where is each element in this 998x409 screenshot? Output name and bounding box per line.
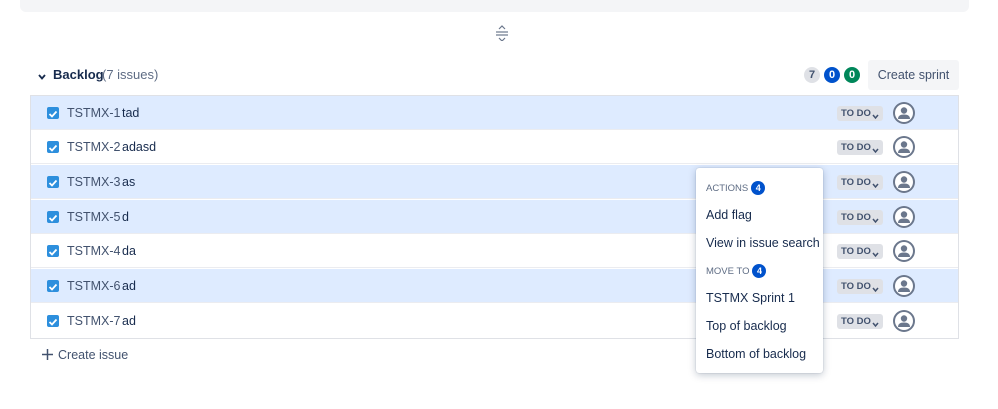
status-dropdown[interactable]: TO DO (837, 140, 883, 155)
issue-key[interactable]: TSTMX-1 (67, 106, 120, 120)
issue-key[interactable]: TSTMX-3 (67, 175, 120, 189)
create-sprint-button[interactable]: Create sprint (868, 60, 959, 90)
chevron-down-icon (872, 318, 879, 328)
chevron-down-icon (872, 144, 879, 154)
issue-key[interactable]: TSTMX-2 (67, 140, 120, 154)
status-label: TO DO (841, 212, 871, 223)
unassigned-avatar-icon[interactable] (893, 136, 915, 158)
done-count-badge: 0 (844, 67, 860, 83)
actions-count-badge: 4 (751, 181, 766, 195)
status-dropdown[interactable]: TO DO (837, 279, 883, 294)
menu-item-top-of-backlog[interactable]: Top of backlog (706, 319, 787, 333)
menu-item-view-in-issue-search[interactable]: View in issue search (706, 236, 820, 250)
issue-row[interactable]: TSTMX-1 tad TO DO (31, 96, 958, 130)
chevron-down-icon[interactable] (37, 69, 47, 80)
checkbox-checked-icon[interactable] (47, 315, 59, 327)
status-dropdown[interactable]: TO DO (837, 106, 883, 121)
issue-key[interactable]: TSTMX-4 (67, 244, 120, 258)
issue-key[interactable]: TSTMX-5 (67, 210, 120, 224)
todo-count-badge: 7 (804, 67, 820, 83)
status-label: TO DO (841, 281, 871, 292)
checkbox-checked-icon[interactable] (47, 245, 59, 257)
backlog-issue-count: (7 issues) (102, 67, 159, 82)
unassigned-avatar-icon[interactable] (893, 275, 915, 297)
status-label: TO DO (841, 316, 871, 327)
status-dropdown[interactable]: TO DO (837, 314, 883, 329)
issue-summary[interactable]: adasd (122, 140, 156, 154)
issue-summary[interactable]: tad (122, 106, 139, 120)
issue-row[interactable]: TSTMX-2 adasd TO DO (31, 130, 958, 164)
issue-summary[interactable]: d (122, 210, 129, 224)
status-dropdown[interactable]: TO DO (837, 244, 883, 259)
chevron-down-icon (872, 179, 879, 189)
checkbox-checked-icon[interactable] (47, 107, 59, 119)
issue-summary[interactable]: as (122, 175, 135, 189)
issue-key[interactable]: TSTMX-6 (67, 279, 120, 293)
status-label: TO DO (841, 246, 871, 257)
status-dropdown[interactable]: TO DO (837, 210, 883, 225)
backlog-title[interactable]: Backlog (53, 67, 104, 82)
move-to-count-badge: 4 (752, 264, 767, 278)
backlog-header: Backlog (7 issues) 7 0 0 Create sprint (30, 60, 959, 90)
status-label: TO DO (841, 142, 871, 153)
menu-item-bottom-of-backlog[interactable]: Bottom of backlog (706, 347, 806, 361)
unassigned-avatar-icon[interactable] (893, 102, 915, 124)
status-dropdown[interactable]: TO DO (837, 175, 883, 190)
move-to-heading: MOVE TO 4 (706, 264, 767, 278)
checkbox-checked-icon[interactable] (47, 141, 59, 153)
status-label: TO DO (841, 177, 871, 188)
chevron-down-icon (872, 214, 879, 224)
issue-summary[interactable]: ad (122, 314, 136, 328)
issue-summary[interactable]: da (122, 244, 136, 258)
sprint-panel-bottom (20, 0, 969, 12)
chevron-down-icon (872, 283, 879, 293)
issue-summary[interactable]: ad (122, 279, 136, 293)
checkbox-checked-icon[interactable] (47, 176, 59, 188)
create-issue-label: Create issue (58, 348, 129, 362)
unassigned-avatar-icon[interactable] (893, 240, 915, 262)
drag-handle-icon[interactable] (494, 25, 510, 42)
plus-icon (42, 349, 53, 360)
in-progress-count-badge: 0 (824, 67, 840, 83)
status-label: TO DO (841, 108, 871, 119)
unassigned-avatar-icon[interactable] (893, 171, 915, 193)
menu-item-add-flag[interactable]: Add flag (706, 208, 752, 222)
issue-context-menu: ACTIONS 4 Add flag View in issue search M… (696, 168, 823, 373)
checkbox-checked-icon[interactable] (47, 280, 59, 292)
actions-heading: ACTIONS 4 (706, 181, 766, 195)
chevron-down-icon (872, 110, 879, 120)
issue-key[interactable]: TSTMX-7 (67, 314, 120, 328)
unassigned-avatar-icon[interactable] (893, 310, 915, 332)
unassigned-avatar-icon[interactable] (893, 206, 915, 228)
chevron-down-icon (872, 248, 879, 258)
checkbox-checked-icon[interactable] (47, 211, 59, 223)
menu-item-move-to-sprint-1[interactable]: TSTMX Sprint 1 (706, 291, 795, 305)
